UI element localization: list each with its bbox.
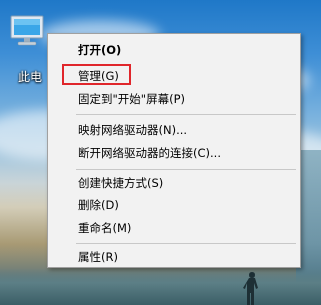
menu-item-open[interactable]: 打开(O) — [48, 39, 300, 61]
menu-item-rename[interactable]: 重命名(M) — [48, 217, 300, 239]
desktop-icon-label: 此电 — [18, 70, 43, 84]
menu-item-disconnect-network-drive[interactable]: 断开网络驱动器的连接(C)... — [48, 142, 300, 164]
menu-item-manage[interactable]: 管理(G) — [48, 65, 300, 87]
desktop: 此电 打开(O) 管理(G) 固定到"开始"屏幕(P) 映射网络驱动器(N)..… — [0, 0, 321, 305]
beach — [0, 268, 321, 305]
menu-separator — [76, 169, 296, 170]
menu-item-map-network-drive[interactable]: 映射网络驱动器(N)... — [48, 119, 300, 141]
context-menu: 打开(O) 管理(G) 固定到"开始"屏幕(P) 映射网络驱动器(N)... 断… — [47, 33, 301, 268]
this-pc-desktop-icon[interactable]: 此电 — [2, 6, 52, 88]
menu-item-delete[interactable]: 删除(D) — [48, 194, 300, 216]
menu-item-pin-to-start[interactable]: 固定到"开始"屏幕(P) — [48, 88, 300, 110]
computer-icon — [10, 15, 44, 46]
menu-item-properties[interactable]: 属性(R) — [48, 246, 300, 268]
person-silhouette — [243, 272, 258, 305]
menu-separator — [76, 243, 296, 244]
menu-item-create-shortcut[interactable]: 创建快捷方式(S) — [48, 172, 300, 194]
menu-separator — [76, 114, 296, 115]
